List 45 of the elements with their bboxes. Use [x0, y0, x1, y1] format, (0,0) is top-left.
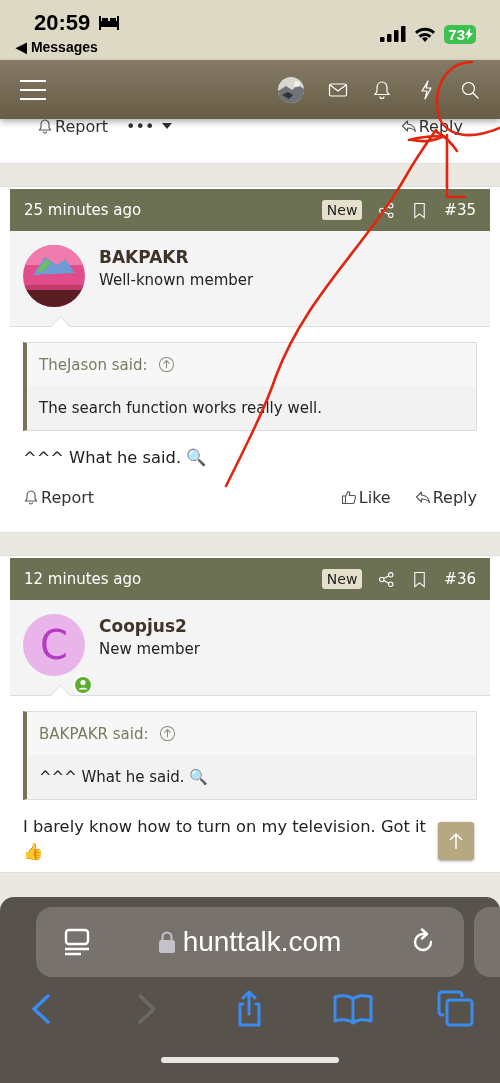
arrow-up-icon[interactable]: [157, 356, 175, 373]
clock-time: 20:59: [34, 10, 91, 36]
lock-icon: [158, 931, 175, 953]
signal-icon: [380, 26, 407, 42]
user-title: Well-known member: [99, 271, 254, 289]
bell-icon[interactable]: [372, 79, 392, 100]
more-menu-button[interactable]: •••: [126, 116, 173, 136]
battery-indicator: 73: [444, 24, 476, 44]
report-button[interactable]: Report: [23, 487, 95, 507]
user-title: New member: [99, 640, 200, 658]
arrow-up-icon[interactable]: [158, 725, 176, 742]
username-link[interactable]: BAKPAKR: [99, 247, 254, 267]
new-badge: New: [321, 200, 363, 220]
url-text: hunttalk.com: [182, 926, 342, 958]
search-icon[interactable]: [460, 79, 480, 100]
wifi-icon: [414, 26, 437, 42]
quote-text: ^^^ What he said. 🔍: [27, 755, 476, 799]
thumbs-up-icon: [340, 489, 357, 505]
post-text: ^^^ What he said. 🔍: [22, 447, 208, 469]
arrow-up-icon: [448, 832, 464, 850]
post-time[interactable]: 12 minutes ago: [24, 570, 142, 588]
post-number-link[interactable]: #35: [444, 201, 476, 219]
bed-icon: [98, 16, 121, 30]
share-icon[interactable]: [378, 201, 396, 219]
new-badge: New: [321, 569, 363, 589]
bell-icon: [37, 118, 53, 134]
post-text: I barely know how to turn on my television. Got it 👍: [22, 816, 427, 863]
menu-icon[interactable]: [20, 79, 46, 100]
hook-annotation: [445, 133, 467, 199]
username-link[interactable]: Coopjus2: [99, 616, 200, 636]
address-bar[interactable]: hunttalk.com: [36, 907, 464, 977]
reader-icon[interactable]: [64, 928, 90, 956]
reply-button[interactable]: Reply: [414, 487, 477, 507]
post-time[interactable]: 25 minutes ago: [24, 201, 142, 219]
quote-author: TheJason said:: [39, 355, 148, 374]
caret-icon: [162, 123, 173, 129]
reply-icon: [400, 118, 417, 134]
quote-author: BAKPAKR said:: [39, 724, 149, 743]
back-to-app-link[interactable]: ◀ Messages: [16, 39, 121, 55]
post-number-link[interactable]: #36: [444, 570, 476, 588]
like-button[interactable]: Like: [340, 487, 391, 507]
reply-icon: [414, 489, 431, 505]
share-icon[interactable]: [378, 570, 396, 588]
report-button[interactable]: Report: [37, 116, 109, 136]
bell-icon: [23, 489, 39, 505]
